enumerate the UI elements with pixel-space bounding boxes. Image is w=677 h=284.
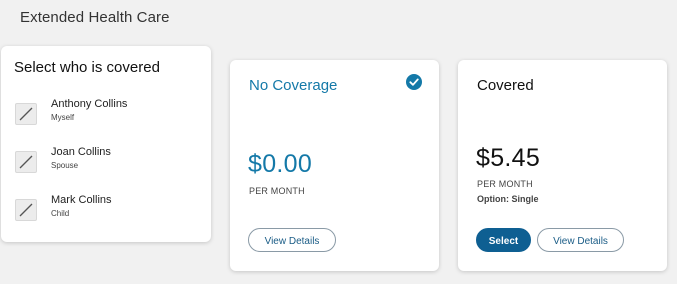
- person-checkbox-icon[interactable]: [15, 199, 37, 221]
- person-relation: Child: [51, 209, 70, 218]
- person-name: Anthony Collins: [51, 98, 128, 110]
- plan-card-covered[interactable]: Covered $5.45 PER MONTH Option: Single S…: [458, 60, 667, 271]
- person-relation: Spouse: [51, 161, 79, 170]
- plan-card-no-coverage[interactable]: No Coverage $0.00 PER MONTH View Details: [230, 60, 439, 271]
- plan-price: $0.00: [248, 150, 313, 178]
- person-checkbox-icon[interactable]: [15, 151, 37, 173]
- person-item-anthony[interactable]: Anthony Collins Myself: [15, 98, 195, 128]
- selected-check-icon: [406, 74, 422, 90]
- select-button[interactable]: Select: [476, 228, 531, 252]
- person-item-joan[interactable]: Joan Collins Spouse: [15, 146, 195, 176]
- person-item-mark[interactable]: Mark Collins Child: [15, 194, 195, 224]
- plan-period: PER MONTH: [477, 179, 533, 189]
- view-details-button[interactable]: View Details: [248, 228, 336, 252]
- plan-name: No Coverage: [249, 77, 338, 94]
- plan-price: $5.45: [476, 144, 541, 172]
- person-name: Mark Collins: [51, 194, 112, 206]
- coverage-selector-title: Select who is covered: [14, 59, 160, 76]
- plan-name: Covered: [477, 77, 534, 94]
- plan-period: PER MONTH: [249, 186, 305, 196]
- section-title: Extended Health Care: [20, 9, 170, 26]
- person-checkbox-icon[interactable]: [15, 103, 37, 125]
- plan-option: Option: Single: [477, 194, 539, 204]
- coverage-selector-card: Select who is covered Anthony Collins My…: [1, 46, 211, 242]
- person-name: Joan Collins: [51, 146, 111, 158]
- view-details-button[interactable]: View Details: [537, 228, 624, 252]
- person-relation: Myself: [51, 113, 75, 122]
